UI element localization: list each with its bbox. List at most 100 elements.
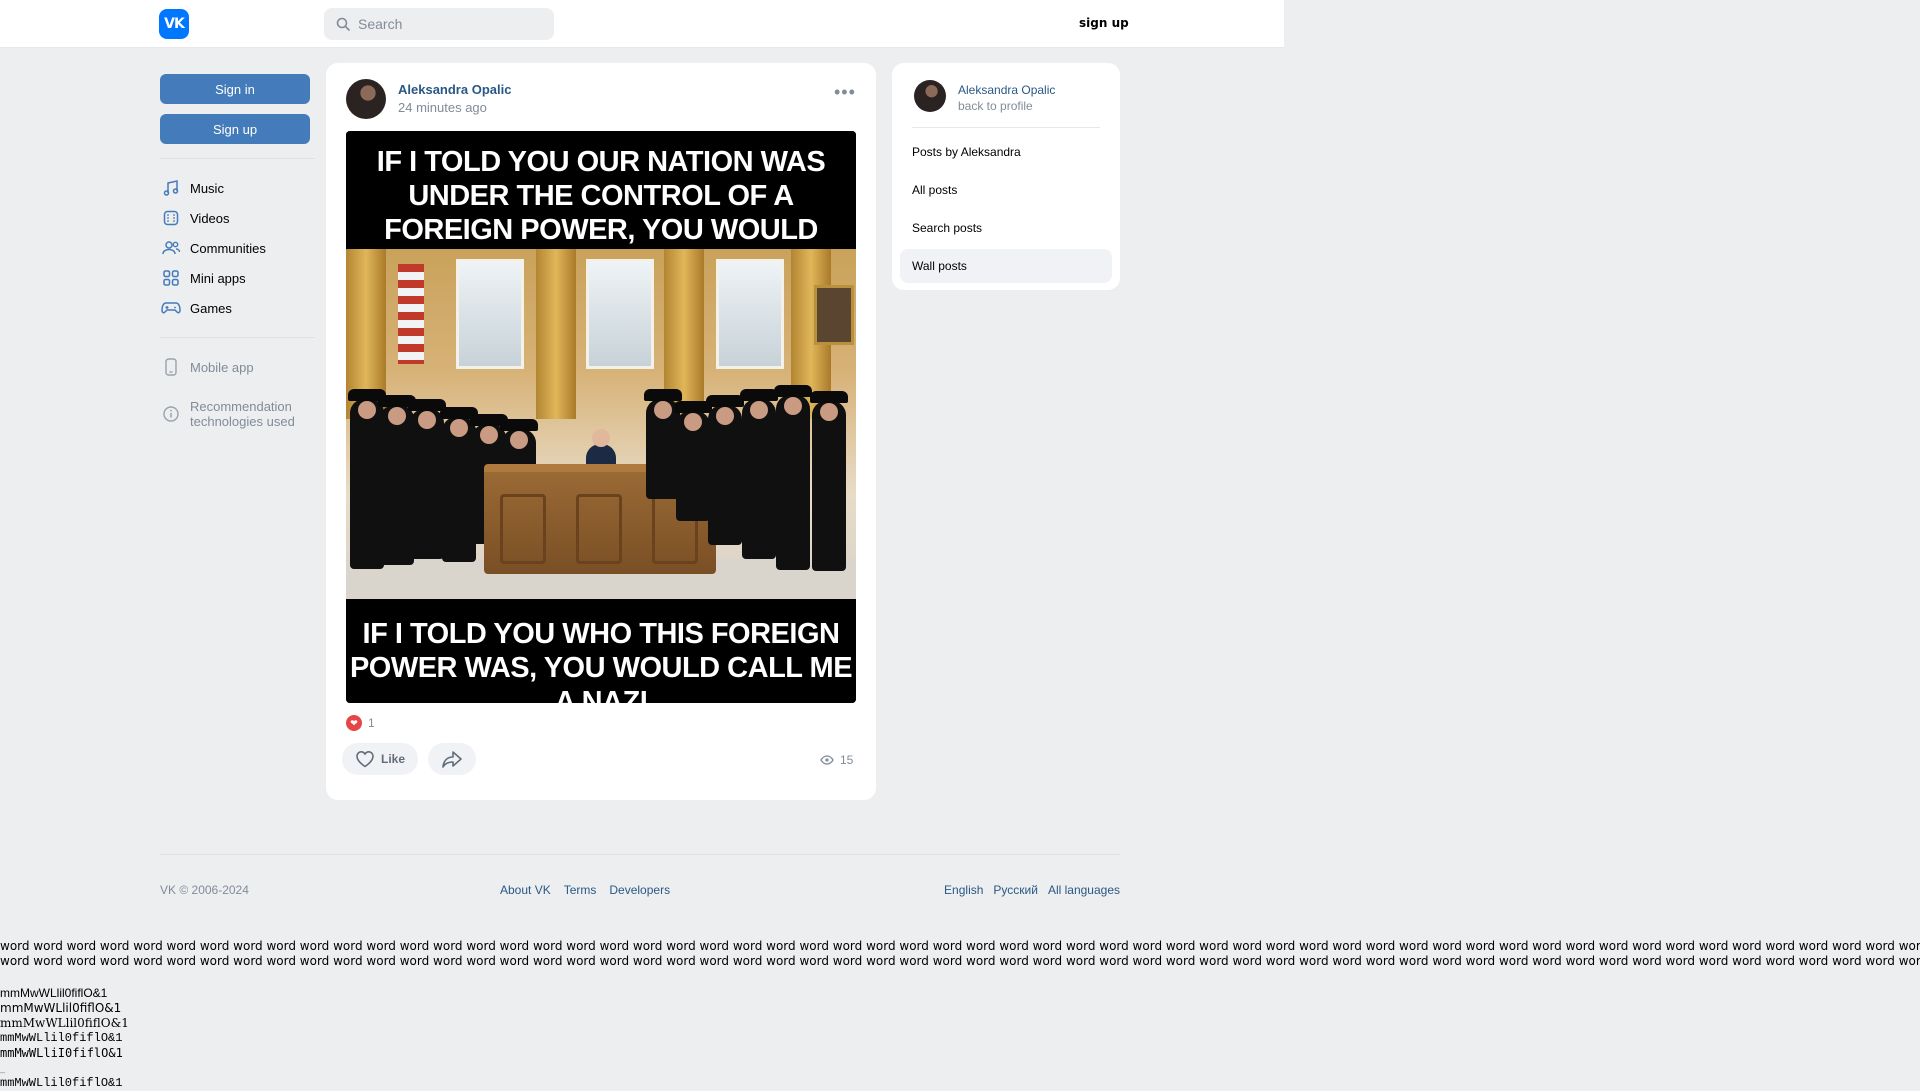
- desk-panel: [500, 494, 546, 564]
- meme-photo: [346, 249, 856, 599]
- sidebar-item-label: Mini apps: [190, 270, 246, 286]
- like-label: Like: [380, 752, 405, 766]
- copyright: VK © 2006-2024: [160, 883, 249, 897]
- footer-link-terms[interactable]: Terms: [564, 883, 597, 897]
- face: [716, 407, 734, 425]
- menu-item-wall-posts[interactable]: Wall posts: [900, 249, 1112, 283]
- view-count: 15: [840, 753, 854, 767]
- person: [410, 409, 444, 559]
- hat: [740, 389, 778, 401]
- sidebar-item-music[interactable]: Music: [160, 173, 310, 203]
- footer-link-about[interactable]: About VK: [500, 883, 551, 897]
- meme-top-caption: If I told you our nation was under the c…: [346, 131, 856, 280]
- phone-icon: [160, 357, 182, 377]
- face: [684, 413, 702, 431]
- filler-text: word word word word word word word word …: [0, 939, 1920, 969]
- reaction-count: 1: [368, 716, 375, 730]
- face: [654, 401, 672, 419]
- lang-all[interactable]: All languages: [1048, 883, 1120, 897]
- signup-button[interactable]: Sign up: [160, 114, 310, 144]
- sidebar-item-label: Communities: [190, 240, 266, 256]
- person: [350, 399, 384, 569]
- search-icon: [336, 17, 350, 31]
- hat: [644, 389, 682, 401]
- hat: [810, 391, 848, 403]
- avatar[interactable]: [346, 79, 386, 119]
- lang-english[interactable]: English: [944, 883, 983, 897]
- sidebar-item-games[interactable]: Games: [160, 293, 310, 323]
- info-icon: [160, 404, 182, 424]
- heart-outline-icon: [356, 750, 374, 768]
- top-header: VK Search sign up: [0, 0, 1284, 48]
- filler-line: word word word word word word word word …: [0, 954, 1920, 968]
- face: [510, 431, 528, 449]
- divider: [912, 127, 1100, 128]
- profile-menu: Posts by Aleksandra All posts Search pos…: [900, 135, 1112, 287]
- flag-left: [398, 264, 424, 364]
- sidebar-item-communities[interactable]: Communities: [160, 233, 310, 263]
- games-icon: [160, 298, 182, 318]
- back-to-profile[interactable]: back to profile: [958, 99, 1033, 113]
- person: [776, 395, 810, 570]
- nav-divider: [160, 337, 315, 338]
- footer-link-developers[interactable]: Developers: [609, 883, 670, 897]
- heart-icon: ❤: [346, 715, 362, 731]
- sidebar-item-videos[interactable]: Videos: [160, 203, 310, 233]
- hat: [774, 385, 812, 397]
- nav-divider: [160, 158, 315, 159]
- face: [820, 403, 838, 421]
- face: [784, 397, 802, 415]
- filler-line: word word word word word word word word …: [0, 939, 1920, 953]
- face: [358, 401, 376, 419]
- signin-button[interactable]: Sign in: [160, 74, 310, 104]
- eye-icon: [820, 755, 834, 765]
- hat: [500, 419, 538, 431]
- language-links: English Русский All languages: [944, 883, 1120, 897]
- glyph-line: mmMwWLlil0fiflO&1: [0, 1016, 129, 1030]
- glyph-line: mmMwWLliI0fiflO&1: [0, 1046, 123, 1060]
- glyph-line: mmMwWLlil0fiflO&1: [0, 1076, 123, 1090]
- profile-name[interactable]: Aleksandra Opalic: [958, 83, 1055, 97]
- avatar[interactable]: [914, 80, 946, 112]
- header-signup-link[interactable]: sign up: [1079, 16, 1129, 30]
- sidebar-item-label: Mobile app: [190, 359, 254, 375]
- person: [442, 417, 476, 562]
- person: [742, 399, 776, 559]
- post-image[interactable]: If I told you our nation was under the c…: [346, 131, 856, 703]
- menu-item-posts-by[interactable]: Posts by Aleksandra: [900, 135, 1112, 169]
- search-placeholder: Search: [358, 16, 403, 32]
- glyph-test-lines: mmMwWLlil0fiflO&1 mmMwWLlil0fiflO&1 mmMw…: [0, 986, 129, 1091]
- wall-painting: [814, 285, 854, 345]
- post-author[interactable]: Aleksandra Opalic: [398, 82, 511, 97]
- share-icon: [442, 751, 462, 768]
- reactions[interactable]: ❤ 1: [346, 715, 375, 731]
- glyph-line: mmMwWLlil0fiflO&1: [0, 986, 108, 1000]
- face: [750, 401, 768, 419]
- face: [418, 411, 436, 429]
- post-time[interactable]: 24 minutes ago: [398, 100, 487, 115]
- footer-links: About VK Terms Developers: [500, 883, 670, 897]
- desk-panel: [576, 494, 622, 564]
- person: [708, 405, 742, 545]
- sidebar-item-mini-apps[interactable]: Mini apps: [160, 263, 310, 293]
- curtain-mid-left: [536, 249, 576, 419]
- lang-russian[interactable]: Русский: [993, 883, 1038, 897]
- left-sidebar: Sign in Sign up Music Videos Communities…: [160, 74, 315, 434]
- sidebar-item-mobile-app[interactable]: Mobile app: [160, 352, 310, 382]
- search-input[interactable]: Search: [324, 8, 554, 40]
- more-icon[interactable]: •••: [834, 83, 856, 101]
- menu-item-all-posts[interactable]: All posts: [900, 173, 1112, 207]
- person: [380, 405, 414, 565]
- face: [450, 419, 468, 437]
- window-left: [456, 259, 524, 369]
- person: [812, 401, 846, 571]
- profile-card: Aleksandra Opalic back to profile Posts …: [892, 63, 1120, 290]
- share-button[interactable]: [428, 743, 476, 775]
- video-icon: [160, 208, 182, 228]
- separator: _: [0, 1063, 6, 1073]
- vk-logo[interactable]: VK: [159, 9, 189, 39]
- like-button[interactable]: Like: [342, 743, 418, 775]
- sidebar-item-recommendations[interactable]: Recommendation technologies used: [160, 394, 310, 434]
- glyph-line: mmMwWLlil0fiflO&1: [0, 1001, 122, 1015]
- menu-item-search-posts[interactable]: Search posts: [900, 211, 1112, 245]
